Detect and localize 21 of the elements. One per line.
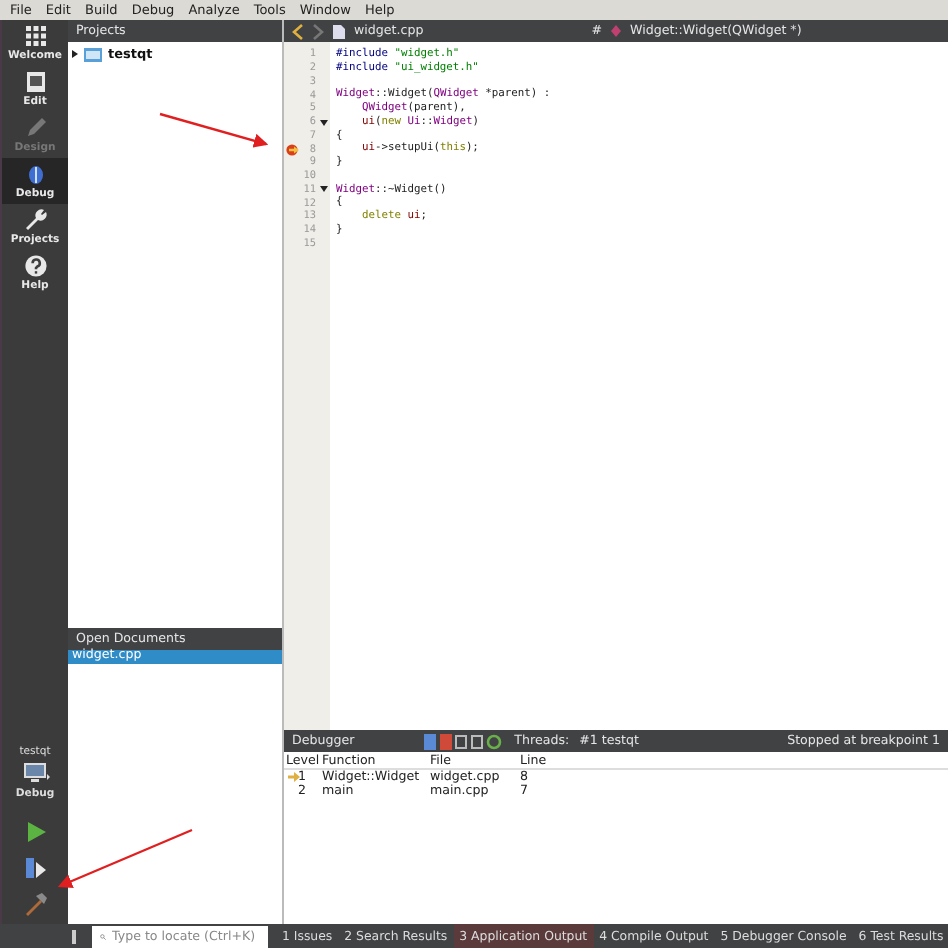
annotation-arrow xyxy=(159,112,269,148)
fold-icon[interactable] xyxy=(319,186,327,193)
grid-icon xyxy=(23,24,47,48)
debug-start-icon xyxy=(23,856,47,880)
document-icon xyxy=(23,70,47,94)
bug-icon xyxy=(23,162,47,186)
search-icon xyxy=(100,929,106,943)
project-icon xyxy=(84,46,102,62)
annotation-arrow xyxy=(57,828,193,888)
file-icon xyxy=(332,23,346,39)
hammer-icon xyxy=(23,892,47,916)
pencil-icon xyxy=(23,116,47,140)
function-icon xyxy=(609,24,622,38)
fold-icon[interactable] xyxy=(319,119,327,126)
help-icon xyxy=(23,254,47,278)
wrench-icon xyxy=(23,208,47,232)
debug-controls-drawing[interactable] xyxy=(424,733,505,749)
back-icon[interactable] xyxy=(292,23,304,39)
breakpoint-icon[interactable] xyxy=(286,143,300,156)
monitor-icon xyxy=(21,762,49,784)
play-icon xyxy=(23,820,47,844)
